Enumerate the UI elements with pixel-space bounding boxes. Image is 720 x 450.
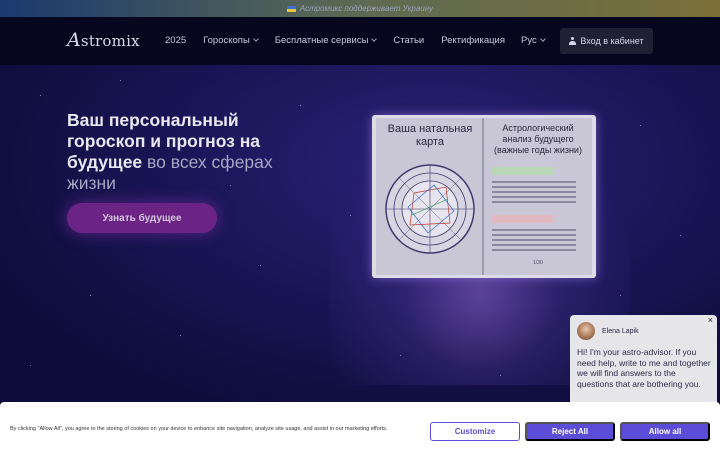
star: [30, 365, 31, 366]
age-bar: [492, 167, 554, 175]
natal-chart-title: Ваша натальная карта: [387, 123, 473, 148]
main-nav: 2025 Гороскопы Бесплатные сервисы Статьи…: [165, 35, 522, 46]
star: [180, 335, 181, 336]
star: [120, 80, 121, 81]
ribbon-text: Астромикс поддерживает Украину: [299, 4, 434, 13]
text-line: [492, 181, 576, 183]
nav-item-free-services[interactable]: Бесплатные сервисы: [275, 35, 378, 46]
text-line: [492, 244, 576, 246]
text-line: [492, 186, 576, 188]
ukraine-flag-icon: [286, 5, 296, 12]
star: [640, 125, 641, 126]
text-line: [492, 201, 576, 203]
nav-item-horoscopes[interactable]: Гороскопы: [203, 35, 259, 46]
advisor-name: Elena Lapik: [602, 328, 639, 335]
text-line: [492, 234, 576, 236]
close-icon[interactable]: ×: [708, 315, 713, 325]
nav-item-articles[interactable]: Статьи: [393, 35, 424, 46]
allow-all-button[interactable]: Allow all: [620, 422, 710, 441]
text-line: [492, 229, 576, 231]
nav-item-rectification[interactable]: Ректификация: [441, 35, 505, 46]
chevron-down-icon: [252, 36, 259, 42]
chat-message: Hi! I'm your astro-advisor. If you need …: [577, 347, 711, 389]
site-header: Astromix 2025 Гороскопы Бесплатные серви…: [0, 17, 720, 65]
book-spine: [482, 118, 484, 275]
chat-widget[interactable]: × Elena Lapik Hi! I'm your astro-advisor…: [570, 315, 717, 408]
star: [300, 105, 301, 106]
cookie-banner: By clicking "Allow All", you agree to th…: [0, 402, 720, 450]
nav-item-2025[interactable]: 2025: [165, 35, 186, 46]
star: [90, 295, 91, 296]
user-icon: [569, 37, 577, 45]
star: [40, 95, 41, 96]
support-ukraine-ribbon: Астромикс поддерживает Украину: [0, 0, 720, 17]
hero-heading: Ваш персональный гороскоп и прогноз на б…: [67, 110, 273, 193]
chevron-down-icon: [371, 36, 378, 42]
text-line: [492, 196, 576, 198]
customize-button[interactable]: Customize: [430, 422, 520, 441]
star: [260, 265, 261, 266]
natal-chart-wheel-icon: [385, 164, 475, 254]
page-number: 1/30: [533, 260, 543, 266]
avatar: [577, 322, 595, 340]
text-line: [492, 191, 576, 193]
login-button[interactable]: Вход в кабинет: [560, 28, 653, 54]
text-line: [492, 239, 576, 241]
horoscope-book-image: Ваша натальная карта Астрологический ана…: [372, 115, 596, 278]
star: [680, 235, 681, 236]
astromix-logo[interactable]: Astromix: [67, 29, 140, 51]
text-line: [492, 249, 576, 251]
chevron-down-icon: [539, 36, 546, 42]
reject-all-button[interactable]: Reject All: [525, 422, 615, 441]
language-selector[interactable]: Рус: [521, 35, 546, 46]
age-bar: [492, 215, 554, 223]
analysis-title: Астрологический анализ будущего (важные …: [494, 123, 582, 155]
learn-future-button[interactable]: Узнать будущее: [67, 203, 217, 233]
cookie-text: By clicking "Allow All", you agree to th…: [10, 426, 388, 432]
